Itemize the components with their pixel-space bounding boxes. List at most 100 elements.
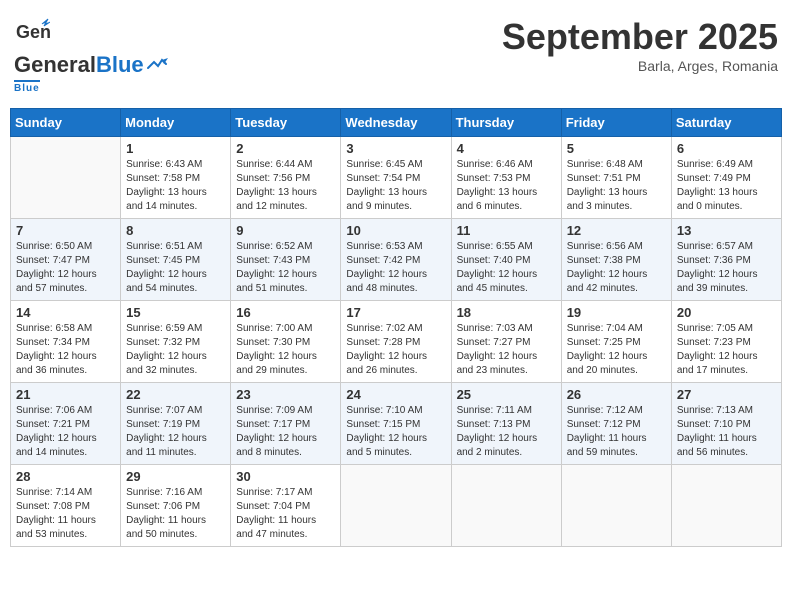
day-number: 1 [126, 141, 225, 156]
day-info: Sunrise: 7:14 AMSunset: 7:08 PMDaylight:… [16, 486, 115, 542]
calendar-cell: 16 Sunrise: 7:00 AMSunset: 7:30 PMDayligh… [231, 301, 341, 383]
calendar-cell: 11 Sunrise: 6:55 AMSunset: 7:40 PMDayligh… [451, 219, 561, 301]
day-info: Sunrise: 6:51 AMSunset: 7:45 PMDaylight:… [126, 240, 225, 296]
day-info: Sunrise: 7:17 AMSunset: 7:04 PMDaylight:… [236, 486, 335, 542]
day-header-saturday: Saturday [671, 109, 781, 137]
calendar-cell: 27Sunrise: 7:13 AMSunset: 7:10 PMDayligh… [671, 383, 781, 465]
calendar-table: SundayMondayTuesdayWednesdayThursdayFrid… [10, 108, 782, 547]
calendar-cell [561, 465, 671, 547]
logo-general: General [14, 52, 96, 78]
calendar-cell: 22 Sunrise: 7:07 AMSunset: 7:19 PMDayligh… [121, 383, 231, 465]
day-info: Sunrise: 7:09 AMSunset: 7:17 PMDaylight:… [236, 404, 335, 460]
location-subtitle: Barla, Arges, Romania [502, 58, 778, 74]
day-info: Sunrise: 7:02 AMSunset: 7:28 PMDaylight:… [346, 322, 445, 378]
day-number: 11 [457, 223, 556, 238]
calendar-cell [341, 465, 451, 547]
calendar-cell [451, 465, 561, 547]
month-title: September 2025 [502, 16, 778, 58]
day-info: Sunrise: 7:00 AMSunset: 7:30 PMDaylight:… [236, 322, 335, 378]
day-info: Sunrise: 7:04 AMSunset: 7:25 PMDaylight:… [567, 322, 666, 378]
day-info: Sunrise: 6:49 AMSunset: 7:49 PMDaylight:… [677, 158, 776, 214]
logo-icon: General [14, 16, 50, 52]
calendar-cell: 26Sunrise: 7:12 AMSunset: 7:12 PMDayligh… [561, 383, 671, 465]
day-number: 20 [677, 305, 776, 320]
day-info: Sunrise: 7:10 AMSunset: 7:15 PMDaylight:… [346, 404, 445, 460]
calendar-cell: 20Sunrise: 7:05 AMSunset: 7:23 PMDayligh… [671, 301, 781, 383]
day-info: Sunrise: 6:46 AMSunset: 7:53 PMDaylight:… [457, 158, 556, 214]
calendar-cell: 1Sunrise: 6:43 AMSunset: 7:58 PMDaylight… [121, 137, 231, 219]
calendar-cell: 21Sunrise: 7:06 AMSunset: 7:21 PMDayligh… [11, 383, 121, 465]
day-header-tuesday: Tuesday [231, 109, 341, 137]
calendar-cell: 6Sunrise: 6:49 AMSunset: 7:49 PMDaylight… [671, 137, 781, 219]
title-block: September 2025 Barla, Arges, Romania [502, 16, 778, 74]
day-number: 8 [126, 223, 225, 238]
day-info: Sunrise: 6:58 AMSunset: 7:34 PMDaylight:… [16, 322, 115, 378]
calendar-cell: 25Sunrise: 7:11 AMSunset: 7:13 PMDayligh… [451, 383, 561, 465]
day-number: 16 [236, 305, 335, 320]
day-number: 29 [126, 469, 225, 484]
calendar-cell: 2 Sunrise: 6:44 AMSunset: 7:56 PMDaylight… [231, 137, 341, 219]
day-number: 12 [567, 223, 666, 238]
calendar-week-row: 28 Sunrise: 7:14 AMSunset: 7:08 PMDayligh… [11, 465, 782, 547]
calendar-cell [11, 137, 121, 219]
calendar-week-row: 14 Sunrise: 6:58 AMSunset: 7:34 PMDayligh… [11, 301, 782, 383]
day-info: Sunrise: 7:07 AMSunset: 7:19 PMDaylight:… [126, 404, 225, 460]
day-number: 10 [346, 223, 445, 238]
day-header-wednesday: Wednesday [341, 109, 451, 137]
calendar-cell [671, 465, 781, 547]
day-number: 21 [16, 387, 115, 402]
calendar-cell: 19Sunrise: 7:04 AMSunset: 7:25 PMDayligh… [561, 301, 671, 383]
day-info: Sunrise: 7:11 AMSunset: 7:13 PMDaylight:… [457, 404, 556, 460]
day-info: Sunrise: 7:13 AMSunset: 7:10 PMDaylight:… [677, 404, 776, 460]
day-number: 18 [457, 305, 556, 320]
calendar-cell: 29 Sunrise: 7:16 AMSunset: 7:06 PMDayligh… [121, 465, 231, 547]
day-number: 22 [126, 387, 225, 402]
day-info: Sunrise: 6:55 AMSunset: 7:40 PMDaylight:… [457, 240, 556, 296]
calendar-cell: 8 Sunrise: 6:51 AMSunset: 7:45 PMDaylight… [121, 219, 231, 301]
day-number: 9 [236, 223, 335, 238]
day-info: Sunrise: 6:53 AMSunset: 7:42 PMDaylight:… [346, 240, 445, 296]
calendar-cell: 4 Sunrise: 6:46 AMSunset: 7:53 PMDaylight… [451, 137, 561, 219]
day-number: 28 [16, 469, 115, 484]
day-number: 5 [567, 141, 666, 156]
logo: General General Blue Blue [14, 16, 168, 94]
calendar-cell: 14 Sunrise: 6:58 AMSunset: 7:34 PMDayligh… [11, 301, 121, 383]
day-number: 3 [346, 141, 445, 156]
day-info: Sunrise: 7:12 AMSunset: 7:12 PMDaylight:… [567, 404, 666, 460]
page-header: General General Blue Blue September 2025… [10, 10, 782, 100]
day-number: 24 [346, 387, 445, 402]
calendar-cell: 3 Sunrise: 6:45 AMSunset: 7:54 PMDaylight… [341, 137, 451, 219]
day-number: 14 [16, 305, 115, 320]
day-info: Sunrise: 6:44 AMSunset: 7:56 PMDaylight:… [236, 158, 335, 214]
day-info: Sunrise: 6:45 AMSunset: 7:54 PMDaylight:… [346, 158, 445, 214]
day-info: Sunrise: 7:16 AMSunset: 7:06 PMDaylight:… [126, 486, 225, 542]
day-number: 30 [236, 469, 335, 484]
calendar-cell: 12 Sunrise: 6:56 AMSunset: 7:38 PMDayligh… [561, 219, 671, 301]
logo-underline: Blue [14, 80, 40, 94]
calendar-cell: 9 Sunrise: 6:52 AMSunset: 7:43 PMDaylight… [231, 219, 341, 301]
day-header-sunday: Sunday [11, 109, 121, 137]
calendar-cell: 30 Sunrise: 7:17 AMSunset: 7:04 PMDayligh… [231, 465, 341, 547]
day-number: 13 [677, 223, 776, 238]
calendar-week-row: 1Sunrise: 6:43 AMSunset: 7:58 PMDaylight… [11, 137, 782, 219]
day-info: Sunrise: 6:59 AMSunset: 7:32 PMDaylight:… [126, 322, 225, 378]
calendar-cell: 23Sunrise: 7:09 AMSunset: 7:17 PMDayligh… [231, 383, 341, 465]
day-header-thursday: Thursday [451, 109, 561, 137]
calendar-cell: 17 Sunrise: 7:02 AMSunset: 7:28 PMDayligh… [341, 301, 451, 383]
calendar-cell: 7 Sunrise: 6:50 AMSunset: 7:47 PMDaylight… [11, 219, 121, 301]
day-header-monday: Monday [121, 109, 231, 137]
calendar-cell: 5Sunrise: 6:48 AMSunset: 7:51 PMDaylight… [561, 137, 671, 219]
day-number: 4 [457, 141, 556, 156]
calendar-cell: 15Sunrise: 6:59 AMSunset: 7:32 PMDayligh… [121, 301, 231, 383]
day-info: Sunrise: 6:52 AMSunset: 7:43 PMDaylight:… [236, 240, 335, 296]
day-info: Sunrise: 6:50 AMSunset: 7:47 PMDaylight:… [16, 240, 115, 296]
day-number: 7 [16, 223, 115, 238]
calendar-cell: 18 Sunrise: 7:03 AMSunset: 7:27 PMDayligh… [451, 301, 561, 383]
calendar-week-row: 21Sunrise: 7:06 AMSunset: 7:21 PMDayligh… [11, 383, 782, 465]
day-number: 2 [236, 141, 335, 156]
day-info: Sunrise: 7:03 AMSunset: 7:27 PMDaylight:… [457, 322, 556, 378]
day-number: 17 [346, 305, 445, 320]
day-info: Sunrise: 6:56 AMSunset: 7:38 PMDaylight:… [567, 240, 666, 296]
day-info: Sunrise: 6:57 AMSunset: 7:36 PMDaylight:… [677, 240, 776, 296]
calendar-cell: 28 Sunrise: 7:14 AMSunset: 7:08 PMDayligh… [11, 465, 121, 547]
